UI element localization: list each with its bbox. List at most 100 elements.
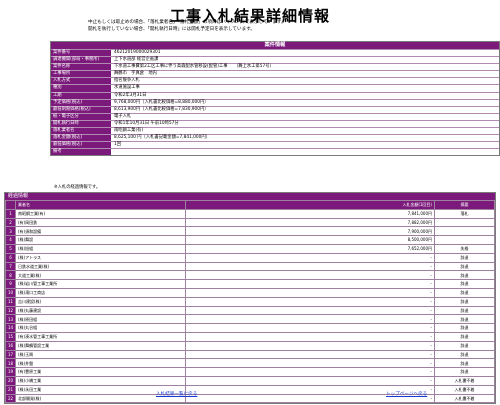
bidder-name: (株)滝口工商店 [15,287,186,298]
bidder-name: 南昭鋼工業(有) [15,208,186,219]
col-name: 業者名 [15,200,186,210]
bidder-name: (株)玉興 [15,349,186,360]
row-number: 18 [5,358,16,369]
info-row: 調達機関(部局・事務所) 上下水道部 経営企画課 [51,56,499,64]
info-value: 水道施設工事 [111,85,499,92]
info-label: 落札業者名 [51,128,111,135]
table-row: 9 (株)岩川管工事工業所 - 辞退 [5,279,495,289]
bidder-name: (有)岡田鉄 [15,217,186,228]
row-number: 15 [5,331,16,342]
bid-result: 入札書不着 [434,384,495,395]
row-number: 8 [5,270,16,281]
bidder-name: 大道工業(株) [15,270,186,281]
bid-result: 辞退 [434,349,495,360]
info-row: 最低制限価格(税込) 8,613,900円（入札書比較価格=7,830,900円） [51,105,499,113]
info-row: 案件番号 46212019000029301 [51,49,499,57]
info-row: 工事場所 舞鶴市 字真倉 地内 [51,70,499,78]
bid-result: 辞退 [434,296,495,307]
col-result: 摘要 [434,200,495,210]
info-row: 入札方式 指名競争入札 [51,77,499,85]
bidder-name: (株)アトラス [15,252,186,263]
info-value: 南昭鋼工業(有) [111,128,499,135]
row-number: 14 [5,323,16,333]
bidder-name: 吉川建設(株) [15,296,186,307]
info-value: 令和1年10月31日 午前10時57分 [111,120,499,128]
info-header: 案件情報 [51,42,499,49]
info-row: 案件名称 下水道工事費第2工区工事に伴う高森配水管移設(配管)工事 （舞上水工第5… [51,63,499,71]
info-label: 予定価格(税込) [51,99,111,106]
bid-result: 入札書不着 [434,393,495,404]
bid-result: 落札 [434,208,495,219]
row-number: 12 [5,305,16,316]
table-row: 17 (株)玉興 - 辞退 [5,349,495,360]
info-row: 種別 水道施設工事 [51,84,499,92]
table-row: 20 (株)小橋工業 - 入札書不着 [5,375,495,386]
bidder-name: (株)井盤 [15,358,186,369]
info-row: 最低価格(税込) 1回 [51,141,499,149]
back-to-top-link[interactable]: トップページへ戻る [386,391,427,397]
bidder-name: (有)湊水管工事工業所 [15,331,186,342]
row-number: 22 [5,393,16,404]
info-label: 最低価格(税込) [51,142,111,149]
info-label: 工事場所 [51,71,111,78]
bid-amount: - [185,323,435,333]
info-label: 紙・電子区分 [51,113,111,120]
back-to-list-link[interactable]: 入札結果一覧に戻る [156,391,197,397]
bid-result: 辞退 [434,367,495,377]
bid-amount: - [185,270,435,281]
bid-amount: 8,500,000円 [185,235,435,245]
bid-result: 辞退 [434,314,495,325]
bid-amount: 7,652,000円 [185,243,435,254]
row-number: 13 [5,314,16,325]
info-row: 落札金額(税込) 8,625,100 円（入札書記載金額=7,841,000円） [51,134,499,142]
bidder-name: (株)岩川管工事工業所 [15,279,186,289]
bid-result: 辞退 [434,270,495,281]
bidder-name: (有)須和設備 [15,226,186,237]
row-number: 4 [5,235,16,245]
bid-amount: - [185,314,435,325]
keika-panel: 経過情報 業者名 入札金額(1回目) 摘要 1 南昭鋼工業(有) 7,841,000… [4,192,496,405]
bid-result [434,235,495,245]
bid-amount: 7,882,000円 [185,217,435,228]
keika-header: 経過情報 [5,193,495,200]
bidder-name: (株)旭組 [15,243,186,254]
note-line: 中止もしくは取止めの場合、「落札業者名」「落札金額」の項目はハイフン(-)で表示… [88,20,286,25]
row-number: 21 [5,384,16,395]
info-value: 9,768,000円（入札書比較価格=8,880,000円） [111,99,499,106]
info-value: 下水道工事費第2工区工事に伴う高森配水管移設(配管)工事 （舞上水工第57号） [111,64,499,71]
table-row: 15 (有)湊水管工事工業所 - 辞退 [5,331,495,342]
info-label: 最低制限価格(税込) [51,106,111,113]
info-label: 入札方式 [51,78,111,85]
bid-amount: - [185,305,435,316]
info-value: 1回 [111,142,499,149]
info-label: 案件名称 [51,64,111,71]
info-label: 工期 [51,92,111,99]
bid-amount: - [185,340,435,351]
bid-amount: - [185,358,435,369]
row-number: 9 [5,279,16,289]
row-number: 10 [5,287,16,298]
row-number: 6 [5,252,16,263]
row-number: 3 [5,226,16,237]
bid-amount: - [185,279,435,289]
bidder-name: (株)舞鶴管設工業 [15,340,186,351]
table-row: 11 吉川建設(株) - 辞退 [5,296,495,307]
table-row: 3 (有)須和設備 7,900,000円 [5,226,495,237]
row-number: 5 [5,243,16,254]
info-value: 指名競争入札 [111,78,499,85]
info-row: 開札執行日時 令和1年10月31日 午前10時57分 [51,119,499,128]
info-value: 電子入札 [111,113,499,120]
bid-result [434,217,495,228]
info-label: 落札金額(税込) [51,135,111,142]
row-number: 7 [5,261,16,272]
bidder-name: (株)丸藤建設 [15,305,186,316]
bidder-name: (株)原田組 [15,314,186,325]
row-number: 19 [5,367,16,377]
table-row: 14 (株)丸谷組 - 辞退 [5,323,495,333]
info-value [111,149,499,156]
table-row: 6 (株)アトラス - 辞退 [5,252,495,263]
row-number: 2 [5,217,16,228]
bid-result: 辞退 [434,340,495,351]
bidder-name: (有)豊原工業 [15,367,186,377]
table-row: 13 (株)原田組 - 辞退 [5,314,495,325]
